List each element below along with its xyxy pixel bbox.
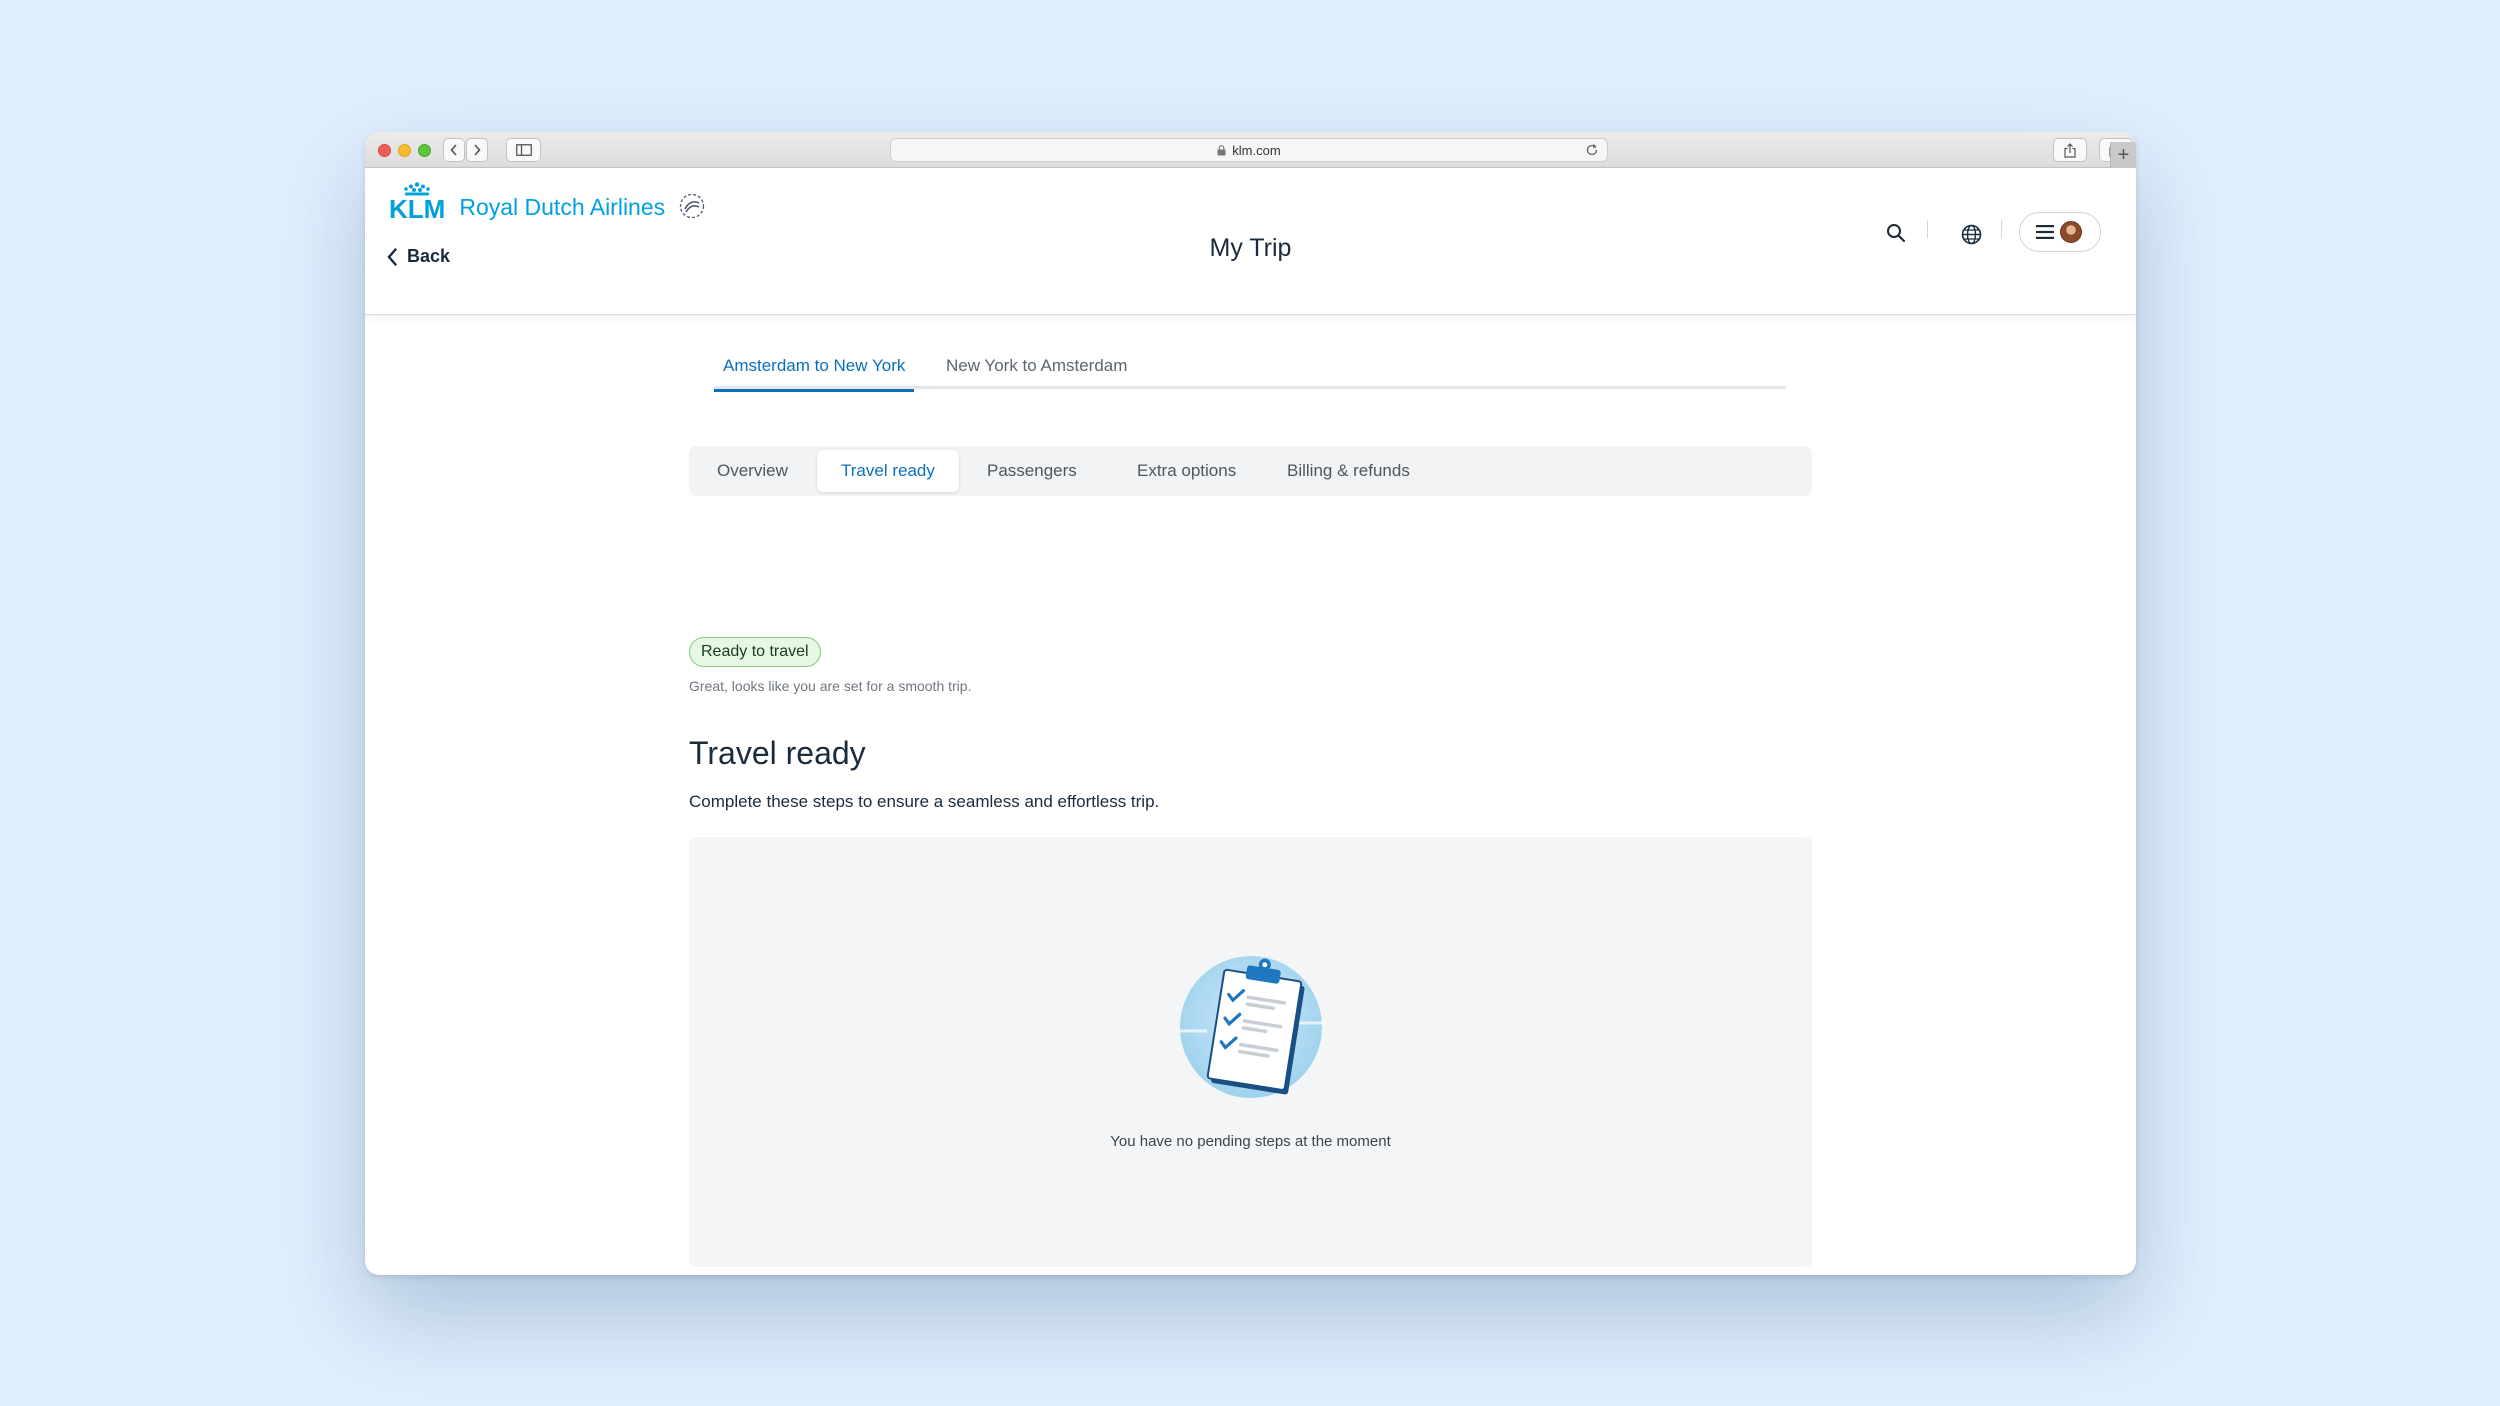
section-tabs: Overview Travel ready Passengers Extra o… <box>689 446 1812 496</box>
brand-name: Royal Dutch Airlines <box>459 193 666 220</box>
tab-label: Travel ready <box>841 461 935 480</box>
browser-forward-button[interactable] <box>466 138 488 162</box>
close-window-button[interactable] <box>378 144 391 157</box>
section-title: Travel ready <box>689 735 866 771</box>
tab-new-york-to-amsterdam[interactable]: New York to Amsterdam <box>937 343 1136 389</box>
klm-logo[interactable]: KLM Royal Dutch Airlines <box>389 182 705 222</box>
lock-icon <box>1217 144 1226 156</box>
minimize-window-button[interactable] <box>398 144 411 157</box>
status-badge: Ready to travel <box>689 637 821 667</box>
browser-toolbar: klm.com + <box>365 132 2136 168</box>
empty-state-message: You have no pending steps at the moment <box>1110 1133 1391 1150</box>
tab-label: Billing & refunds <box>1287 461 1410 480</box>
address-bar[interactable]: klm.com <box>890 138 1608 162</box>
tab-label: Overview <box>717 461 788 480</box>
reload-icon[interactable] <box>1585 143 1599 157</box>
status-subtitle: Great, looks like you are set for a smoo… <box>689 678 972 694</box>
browser-window: klm.com + KLM Royal Dutch Airlines Back … <box>365 132 2136 1275</box>
tab-label: Passengers <box>987 461 1077 480</box>
site-header: KLM Royal Dutch Airlines Back My Trip <box>365 168 2136 315</box>
tab-label: Extra options <box>1137 461 1237 480</box>
main-content: Amsterdam to New York New York to Amster… <box>365 315 2136 1275</box>
zoom-window-button[interactable] <box>418 144 431 157</box>
tab-label: Amsterdam to New York <box>723 356 906 375</box>
share-icon <box>2064 142 2076 158</box>
new-tab-button[interactable]: + <box>2110 142 2136 168</box>
tab-extra-options[interactable]: Extra options <box>1113 450 1260 492</box>
tab-amsterdam-to-new-york[interactable]: Amsterdam to New York <box>714 343 915 392</box>
tab-billing-refunds[interactable]: Billing & refunds <box>1263 450 1434 492</box>
route-tabs: Amsterdam to New York New York to Amster… <box>714 343 1786 392</box>
plus-icon: + <box>2117 143 2130 166</box>
browser-back-button[interactable] <box>443 138 465 162</box>
tab-overview[interactable]: Overview <box>693 450 812 492</box>
pending-steps-panel: You have no pending steps at the moment <box>689 837 1812 1267</box>
skyteam-icon <box>679 193 705 224</box>
url-text: klm.com <box>1232 142 1281 158</box>
share-button[interactable] <box>2053 138 2087 162</box>
tab-travel-ready[interactable]: Travel ready <box>817 450 959 492</box>
section-description: Complete these steps to ensure a seamles… <box>689 792 1160 811</box>
chevron-left-icon <box>450 144 457 156</box>
tab-passengers[interactable]: Passengers <box>963 450 1101 492</box>
klm-logo-text: KLM <box>389 194 446 224</box>
page-title: My Trip <box>1209 234 1292 262</box>
clipboard-checklist-icon <box>1177 953 1327 1108</box>
klm-mark: KLM <box>389 182 445 222</box>
sidebar-toggle-button[interactable] <box>506 138 541 162</box>
sidebar-icon <box>515 144 532 156</box>
chevron-right-icon <box>474 144 481 156</box>
tab-label: New York to Amsterdam <box>946 356 1128 375</box>
